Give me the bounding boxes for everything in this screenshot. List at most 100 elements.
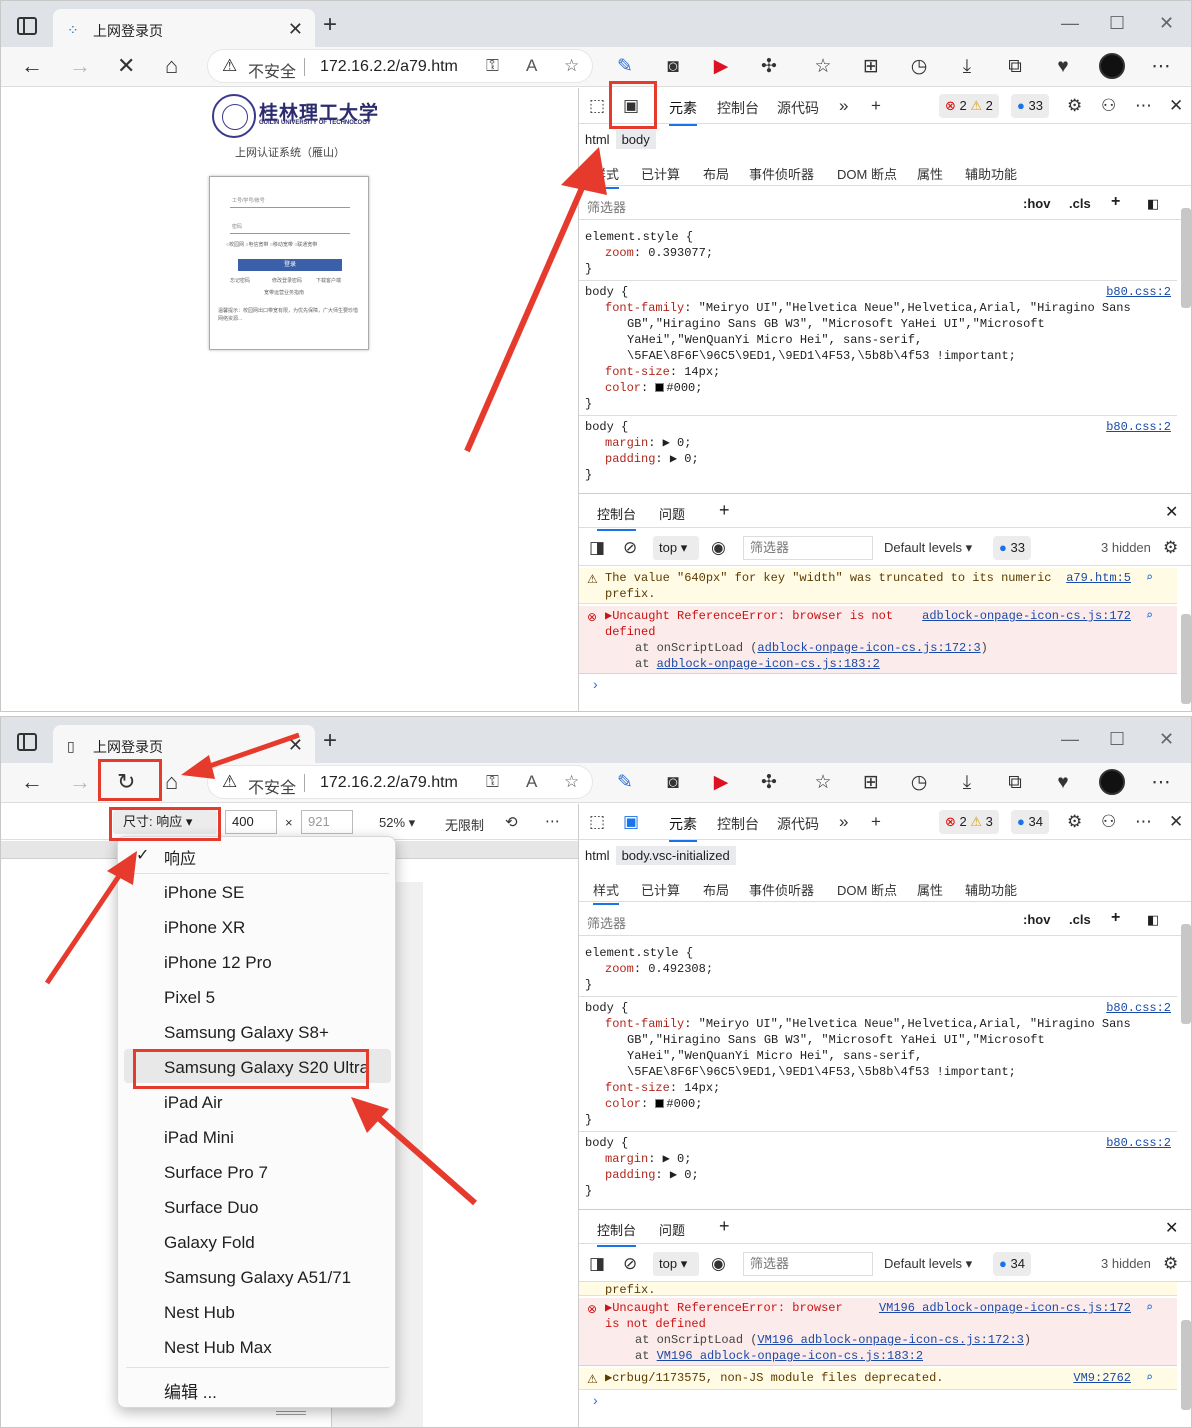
download-icon[interactable]: ⤓ [955, 771, 979, 795]
add-drawer-tab-icon[interactable]: + [719, 1216, 730, 1237]
hov-button[interactable]: :hov [1023, 196, 1050, 211]
context-select[interactable]: top ▾ [653, 536, 699, 560]
close-drawer-icon[interactable]: ✕ [1165, 502, 1178, 522]
forgot-password-link[interactable]: 忘记密码 [230, 277, 250, 284]
stack-link[interactable]: adblock-onpage-icon-cs.js:172:3 [757, 641, 980, 655]
toggle-sidebar-icon[interactable]: ◧ [1147, 912, 1159, 928]
close-window-icon[interactable]: ✕ [1159, 13, 1174, 34]
cls-button[interactable]: .cls [1069, 912, 1091, 927]
customize-icon[interactable]: ⚇ [1101, 96, 1116, 116]
height-input[interactable]: 921 [301, 810, 353, 834]
source-link[interactable]: b80.css:2 [1106, 1000, 1171, 1016]
key-icon[interactable]: ⚿ [486, 56, 499, 76]
source-link[interactable]: a79.htm:5 [1066, 570, 1131, 586]
menu-item-device[interactable]: Galaxy Fold [164, 1233, 255, 1253]
cls-button[interactable]: .cls [1069, 196, 1091, 211]
settings-icon[interactable]: ⚙ [1067, 96, 1082, 116]
subtab-dom-breakpoints[interactable]: DOM 断点 [837, 880, 897, 899]
history-icon[interactable]: ◷ [907, 771, 931, 795]
menu-item-edit[interactable]: 编辑 ... [164, 1378, 217, 1403]
home-icon[interactable]: ⌂ [165, 53, 178, 79]
tab-actions-icon[interactable] [17, 733, 37, 751]
color-swatch[interactable] [655, 383, 665, 393]
close-drawer-icon[interactable]: ✕ [1165, 1218, 1178, 1238]
more-icon[interactable]: ⋯ [1149, 771, 1173, 795]
refresh-icon[interactable]: ↻ [117, 769, 135, 795]
scrollbar[interactable] [1181, 924, 1191, 1024]
address-bar[interactable]: ⚠ 不安全 172.16.2.2/a79.htm ⚿ A ☆ [207, 49, 593, 83]
sidebar-toggle-icon[interactable]: ◨ [589, 1254, 605, 1274]
menu-item-device[interactable]: Samsung Galaxy A51/71 [164, 1268, 351, 1288]
add-tab-icon[interactable]: + [871, 96, 881, 116]
menu-item-device[interactable]: Samsung Galaxy S20 Ultra [164, 1058, 369, 1078]
subtab-properties[interactable]: 属性 [917, 880, 943, 899]
extension-icon[interactable]: ✎ [613, 771, 637, 795]
console-prompt[interactable]: › [593, 1392, 598, 1408]
extensions-puzzle-icon[interactable]: ✣ [757, 771, 781, 795]
maximize-icon[interactable]: ☐ [1109, 729, 1125, 750]
throttle-select[interactable]: 无限制 [445, 815, 484, 834]
menu-item-device[interactable]: Nest Hub Max [164, 1338, 272, 1358]
history-icon[interactable]: ◷ [907, 55, 931, 79]
back-icon[interactable]: ← [21, 53, 43, 79]
more-icon[interactable]: ⋯ [1135, 96, 1152, 116]
prop-value[interactable]: 0.393077; [648, 246, 713, 260]
menu-item-device[interactable]: Surface Pro 7 [164, 1163, 268, 1183]
tab-elements[interactable]: 元素 [669, 814, 697, 842]
add-favorite-icon[interactable]: ☆ [564, 56, 579, 76]
source-link[interactable]: b80.css:2 [1106, 419, 1171, 435]
message-text[interactable]: Uncaught ReferenceError: browser is not [612, 609, 893, 623]
customize-icon[interactable]: ⚇ [1101, 812, 1116, 832]
source-link[interactable]: b80.css:2 [1106, 284, 1171, 300]
console-settings-icon[interactable]: ⚙ [1163, 1254, 1178, 1274]
menu-item-device[interactable]: Nest Hub [164, 1303, 235, 1323]
maximize-icon[interactable]: ☐ [1109, 13, 1125, 34]
console-filter-input[interactable]: 筛选器 [743, 1252, 873, 1276]
extension-icon[interactable]: ✎ [613, 55, 637, 79]
read-aloud-icon[interactable]: A [526, 772, 537, 792]
favorites-icon[interactable]: ☆ [811, 55, 835, 79]
width-input[interactable]: 400 [225, 810, 277, 834]
more-icon[interactable]: ⋯ [1149, 55, 1173, 79]
more-tabs-icon[interactable]: » [839, 812, 848, 832]
add-tab-icon[interactable]: + [871, 812, 881, 832]
security-label[interactable]: 不安全 [248, 774, 296, 798]
prop-value[interactable]: 0.492308; [648, 962, 713, 976]
prop-value[interactable]: 14px; [684, 365, 720, 379]
subtab-properties[interactable]: 属性 [917, 164, 943, 183]
prop-value[interactable]: "Meiryo UI","Helvetica Neue",Helvetica,A… [699, 301, 1131, 315]
new-tab-button[interactable]: + [323, 729, 337, 753]
prop-value[interactable]: 0; [677, 1152, 691, 1166]
more-tabs-icon[interactable]: » [839, 96, 848, 116]
stack-link[interactable]: VM196 adblock-onpage-icon-cs.js:172:3 [757, 1333, 1023, 1347]
collections-icon[interactable]: ⊞ [859, 55, 883, 79]
close-tab-icon[interactable]: ✕ [288, 19, 303, 40]
collections-icon[interactable]: ⊞ [859, 771, 883, 795]
source-link[interactable]: b80.css:2 [1106, 1135, 1171, 1151]
styles-filter-input[interactable]: 筛选器 [587, 913, 626, 932]
device-toolbar-icon[interactable]: ▣ [623, 812, 639, 832]
close-devtools-icon[interactable]: ✕ [1169, 812, 1183, 832]
download-icon[interactable]: ⤓ [955, 55, 979, 79]
forward-icon[interactable]: → [69, 769, 91, 795]
search-icon[interactable]: ⌕ [1146, 1300, 1153, 1316]
subtab-accessibility[interactable]: 辅助功能 [965, 880, 1017, 899]
source-link[interactable]: adblock-onpage-icon-cs.js:172 [922, 608, 1131, 624]
context-select[interactable]: top ▾ [653, 1252, 699, 1276]
minimize-icon[interactable]: — [1061, 729, 1079, 750]
console-prompt[interactable]: › [593, 676, 598, 692]
clear-console-icon[interactable]: ⊘ [623, 538, 637, 558]
home-icon[interactable]: ⌂ [165, 769, 178, 795]
menu-item-device[interactable]: iPhone 12 Pro [164, 953, 272, 973]
live-expression-icon[interactable]: ◉ [711, 538, 726, 558]
tab-elements[interactable]: 元素 [669, 98, 697, 126]
subtab-event-listeners[interactable]: 事件侦听器 [749, 164, 814, 183]
source-link[interactable]: VM9:2762 [1073, 1370, 1131, 1386]
crumb-html[interactable]: html [579, 130, 616, 149]
close-window-icon[interactable]: ✕ [1159, 729, 1174, 750]
avatar[interactable] [1099, 53, 1125, 79]
hov-button[interactable]: :hov [1023, 912, 1050, 927]
inspect-icon[interactable]: ⬚ [589, 812, 605, 832]
browser-essentials-icon[interactable]: ♥ [1051, 771, 1075, 795]
youtube-icon[interactable]: ▶ [709, 771, 733, 795]
